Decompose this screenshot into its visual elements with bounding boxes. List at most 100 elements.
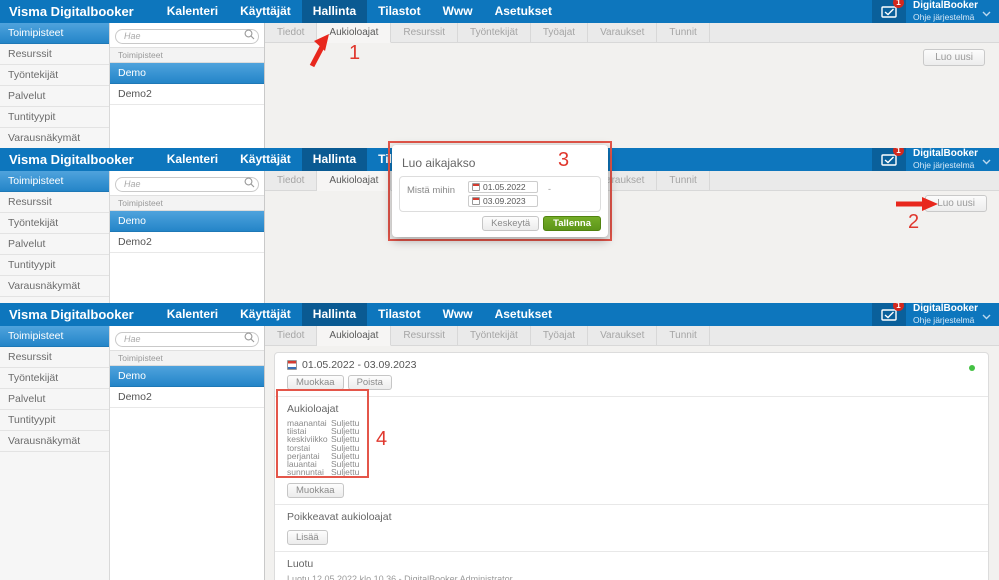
day-row: perjantai Suljettu [287, 451, 976, 460]
tab[interactable]: Varaukset [588, 23, 658, 42]
tab[interactable]: Resurssit [391, 23, 459, 42]
user-menu[interactable]: DigitalBooker Ohje järjestelmä [913, 304, 978, 325]
search-icon[interactable] [244, 177, 255, 188]
search-input[interactable] [115, 176, 259, 192]
sidebar-item[interactable]: Varausnäkymät [0, 431, 109, 452]
list-item[interactable]: Demo [110, 211, 264, 232]
messages-button[interactable]: 1 [871, 303, 906, 326]
tab[interactable]: Aukioloajat [317, 326, 392, 346]
edit-hours-button[interactable]: Muokkaa [287, 483, 344, 499]
search-input[interactable] [115, 331, 259, 347]
sidebar-item[interactable]: Resurssit [0, 192, 109, 213]
tab[interactable]: Tunnit [657, 23, 710, 42]
menu-item[interactable]: Käyttäjät [229, 0, 302, 23]
sidebar-item[interactable]: Palvelut [0, 234, 109, 255]
search-input[interactable] [115, 28, 259, 44]
tab[interactable]: Työntekijät [458, 326, 531, 345]
menu-item[interactable]: Hallinta [301, 148, 368, 171]
annotation-number-4: 4 [376, 428, 388, 450]
user-menu[interactable]: DigitalBooker Ohje järjestelmä [913, 149, 978, 170]
list-item[interactable]: Demo2 [110, 84, 264, 105]
menu-item[interactable]: Www [432, 303, 484, 326]
sidebar-item[interactable]: Työntekijät [0, 368, 109, 389]
add-exception-button[interactable]: Lisää [287, 530, 328, 546]
day-row: lauantai Suljettu [287, 460, 976, 469]
day-row: sunnuntai Suljettu [287, 467, 976, 478]
day-name: sunnuntai [287, 467, 324, 478]
tab[interactable]: Tunnit [657, 326, 710, 345]
top-navbar: Visma Digitalbooker Kalenteri Käyttäjät Ha… [0, 303, 999, 326]
menu-item[interactable]: Kalenteri [156, 303, 229, 326]
day-row: torstai Suljettu [287, 443, 976, 452]
user-menu[interactable]: DigitalBooker Ohje järjestelmä [913, 1, 978, 22]
sidebar-item[interactable]: Työntekijät [0, 213, 109, 234]
list-item[interactable]: Demo [110, 63, 264, 84]
tab[interactable]: Työntekijät [458, 23, 531, 42]
date-from-input[interactable]: 01.05.2022 [468, 181, 538, 193]
app-chrome: Visma Digitalbooker Kalenteri Käyttäjät Ha… [0, 0, 999, 148]
app-logo: Visma Digitalbooker [9, 4, 134, 19]
search-icon[interactable] [244, 332, 255, 343]
sidebar-item[interactable]: Toimipisteet [0, 23, 109, 44]
sidebar-item[interactable]: Tuntityypit [0, 410, 109, 431]
search-icon[interactable] [244, 29, 255, 40]
sidebar-item[interactable]: Palvelut [0, 389, 109, 410]
menu-item[interactable]: Tilastot [367, 0, 431, 23]
list-item[interactable]: Demo2 [110, 232, 264, 253]
day-row: maanantai Suljettu [287, 419, 976, 428]
messages-button[interactable]: 1 [871, 148, 906, 171]
app-logo: Visma Digitalbooker [9, 307, 134, 322]
edit-period-button[interactable]: Muokkaa [287, 375, 344, 390]
sidebar-item[interactable]: Tuntityypit [0, 107, 109, 128]
sidebar-item[interactable]: Varausnäkymät [0, 128, 109, 148]
tab[interactable]: Tiedot [265, 171, 318, 190]
created-section: Luotu Luotu 12.05.2022 klo 10.36 - Digit… [275, 551, 988, 580]
sidebar-item[interactable]: Toimipisteet [0, 326, 109, 347]
menu-item[interactable]: Käyttäjät [229, 303, 302, 326]
user-name: DigitalBooker [912, 0, 978, 12]
tab[interactable]: Resurssit [391, 326, 459, 345]
menu-item[interactable]: Hallinta [301, 303, 368, 326]
date-to-input[interactable]: 03.09.2023 [468, 195, 538, 207]
sidebar-item[interactable]: Työntekijät [0, 65, 109, 86]
office-list: Demo Demo2 [110, 63, 264, 105]
main-area: TiedotAukioloajatResurssitTyöntekijätTyö… [265, 171, 999, 303]
office-list: Demo Demo2 [110, 211, 264, 253]
tab[interactable]: Aukioloajat [317, 171, 392, 191]
exceptions-title: Poikkeavat aukioloajat [287, 511, 392, 524]
menu-item[interactable]: Asetukset [484, 0, 563, 23]
menu-item[interactable]: Kalenteri [156, 148, 229, 171]
tab[interactable]: Varaukset [588, 326, 658, 345]
tab[interactable]: Tiedot [265, 326, 318, 345]
date-to-value: 03.09.2023 [483, 196, 526, 206]
list-item[interactable]: Demo2 [110, 387, 264, 408]
menu-item[interactable]: Tilastot [367, 303, 431, 326]
list-header: Toimipisteet [110, 350, 264, 366]
sidebar-item[interactable]: Palvelut [0, 86, 109, 107]
sidebar-item[interactable]: Varausnäkymät [0, 276, 109, 297]
save-button[interactable]: Tallenna [543, 216, 601, 231]
menu-item[interactable]: Www [432, 0, 484, 23]
date-range-label: Mistä mihin [407, 185, 456, 196]
menu-item[interactable]: Käyttäjät [229, 148, 302, 171]
cancel-button[interactable]: Keskeytä [482, 216, 540, 231]
sidebar-item[interactable]: Tuntityypit [0, 255, 109, 276]
messages-button[interactable]: 1 [871, 0, 906, 23]
create-new-button[interactable]: Luo uusi [923, 49, 985, 66]
menu-item[interactable]: Asetukset [484, 303, 563, 326]
opening-hours-title: Aukioloajat [287, 403, 339, 415]
tab[interactable]: Työajat [531, 326, 589, 345]
sidebar-item[interactable]: Resurssit [0, 347, 109, 368]
sidebar-item[interactable]: Toimipisteet [0, 171, 109, 192]
top-navbar: Visma Digitalbooker Kalenteri Käyttäjät Ha… [0, 0, 999, 23]
search-row [110, 326, 264, 350]
menu-item[interactable]: Kalenteri [156, 0, 229, 23]
delete-period-button[interactable]: Poista [347, 375, 392, 390]
menu-item[interactable]: Hallinta [301, 0, 368, 23]
list-item[interactable]: Demo [110, 366, 264, 387]
tab[interactable]: Tunnit [657, 171, 710, 190]
sidebar-item[interactable]: Resurssit [0, 44, 109, 65]
mail-icon [881, 153, 897, 166]
tab[interactable]: Työajat [531, 23, 589, 42]
search-row [110, 23, 264, 47]
